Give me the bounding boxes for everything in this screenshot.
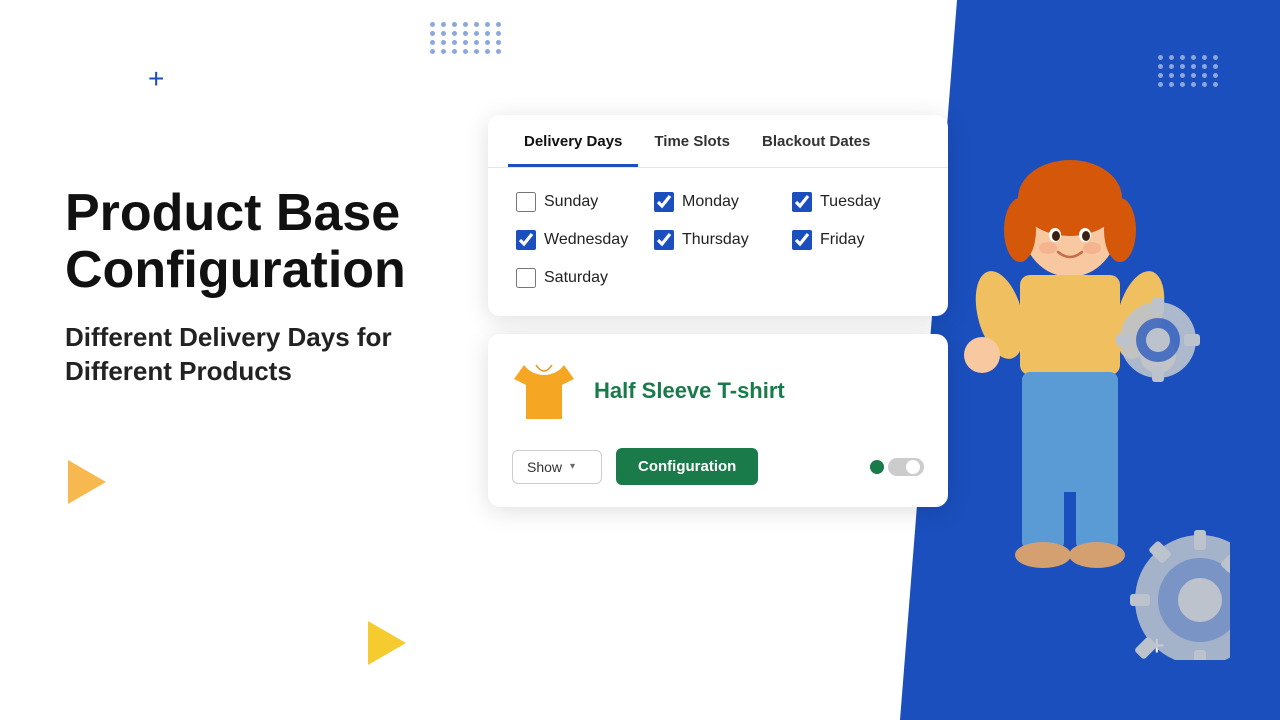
day-friday[interactable]: Friday — [792, 230, 920, 250]
dots-top-right — [1158, 55, 1220, 87]
product-name: Half Sleeve T-shirt — [594, 378, 785, 404]
triangle-bottom-decoration — [368, 621, 406, 665]
toggle-active-dot — [870, 460, 884, 474]
product-top-section: Half Sleeve T-shirt — [512, 356, 924, 426]
hero-section: Product Base Configuration Different Del… — [65, 185, 485, 389]
show-dropdown[interactable]: Show ▾ — [512, 450, 602, 484]
hero-title: Product Base Configuration — [65, 185, 485, 299]
checkbox-saturday[interactable] — [516, 268, 536, 288]
label-friday: Friday — [820, 231, 864, 249]
triangle-left-decoration — [68, 460, 106, 504]
cards-area: Delivery Days Time Slots Blackout Dates … — [488, 115, 948, 507]
hero-subtitle: Different Delivery Days for Different Pr… — [65, 321, 485, 389]
day-saturday[interactable]: Saturday — [516, 268, 644, 288]
label-sunday: Sunday — [544, 193, 598, 211]
label-thursday: Thursday — [682, 231, 749, 249]
checkbox-friday[interactable] — [792, 230, 812, 250]
show-selected-value: Show — [527, 459, 562, 475]
day-monday[interactable]: Monday — [654, 192, 782, 212]
delivery-days-card: Delivery Days Time Slots Blackout Dates … — [488, 115, 948, 316]
checkbox-sunday[interactable] — [516, 192, 536, 212]
configuration-button[interactable]: Configuration — [616, 448, 758, 485]
day-thursday[interactable]: Thursday — [654, 230, 782, 250]
tab-time-slots[interactable]: Time Slots — [638, 115, 746, 167]
tab-blackout-dates[interactable]: Blackout Dates — [746, 115, 886, 167]
dots-top-center — [430, 22, 503, 54]
product-actions: Show ▾ Configuration — [512, 448, 924, 485]
day-sunday[interactable]: Sunday — [516, 192, 644, 212]
checkbox-thursday[interactable] — [654, 230, 674, 250]
plus-icon-top-left: + — [148, 65, 164, 93]
illustration-character — [910, 140, 1230, 660]
tab-delivery-days[interactable]: Delivery Days — [508, 115, 638, 167]
product-icon — [512, 356, 576, 426]
checkbox-wednesday[interactable] — [516, 230, 536, 250]
checkbox-tuesday[interactable] — [792, 192, 812, 212]
label-saturday: Saturday — [544, 269, 608, 287]
label-wednesday: Wednesday — [544, 231, 628, 249]
tab-bar: Delivery Days Time Slots Blackout Dates — [488, 115, 948, 168]
product-card: Half Sleeve T-shirt Show ▾ Configuration — [488, 334, 948, 507]
label-monday: Monday — [682, 193, 739, 211]
checkbox-monday[interactable] — [654, 192, 674, 212]
delivery-days-body: Sunday Monday Tuesday Wednesday Thursday — [488, 168, 948, 316]
chevron-down-icon: ▾ — [570, 461, 575, 472]
day-tuesday[interactable]: Tuesday — [792, 192, 920, 212]
label-tuesday: Tuesday — [820, 193, 881, 211]
days-grid: Sunday Monday Tuesday Wednesday Thursday — [516, 192, 920, 288]
day-wednesday[interactable]: Wednesday — [516, 230, 644, 250]
